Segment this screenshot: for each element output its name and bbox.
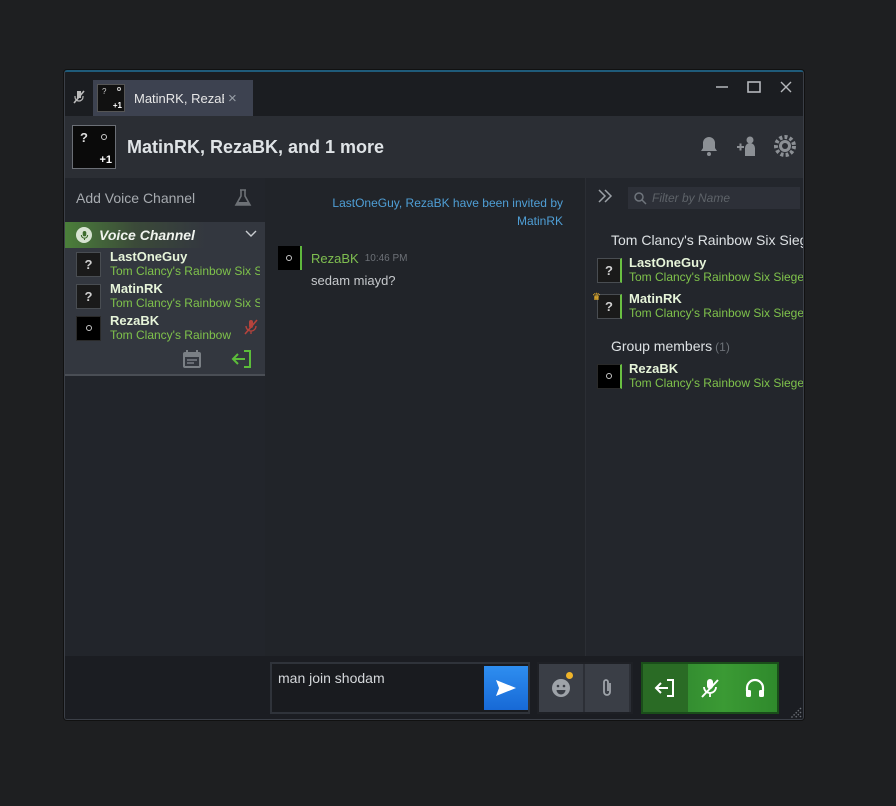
member-name: RezaBK [629,361,679,376]
composer-bar: man join shodam [65,656,803,719]
chat-header: ? +1 MatinRK, RezaBK, and 1 more [65,116,803,178]
composer-tools [537,662,633,714]
chat-message: RezaBK 10:46 PM sedam miayd? [278,246,408,288]
header-actions [697,134,797,158]
voice-channel-header[interactable]: Voice Channel [65,222,265,248]
window-controls [713,78,795,96]
voice-channel-name: Voice Channel [99,227,195,243]
resize-grip-icon[interactable] [789,706,803,719]
member-game: Tom Clancy's Rainbow Six Siege [110,328,235,342]
voice-member[interactable]: ? LastOneGuy Tom Clancy's Rainbow Six Si… [65,248,265,280]
member-row[interactable]: RezaBK Tom Clancy's Rainbow Six Siege [586,358,804,394]
members-panel: Tom Clancy's Rainbow Six Siege ? LastOne… [585,178,804,656]
leave-channel-icon[interactable] [231,348,253,370]
group-members-count: (1) [715,340,730,354]
avatar: ? [597,257,622,283]
voice-member[interactable]: RezaBK Tom Clancy's Rainbow Six Siege [65,312,265,344]
flask-icon [233,188,253,208]
group-members-label: Group members [611,338,713,354]
bell-icon[interactable] [697,134,721,158]
attach-button[interactable] [585,664,629,712]
message-timestamp: 10:46 PM [364,252,408,264]
calendar-icon[interactable] [181,348,203,370]
voice-member[interactable]: ? MatinRK Tom Clancy's Rainbow Six Siege [65,280,265,312]
collapse-panel-icon[interactable] [597,188,615,209]
member-game: Tom Clancy's Rainbow Six Siege [629,306,804,320]
member-name: LastOneGuy [110,249,188,264]
filter-box [628,187,800,209]
filter-input[interactable] [652,191,792,205]
voice-channel-panel: Voice Channel ? LastOneGuy Tom Clancy's … [65,222,265,376]
group-title-game: Tom Clancy's Rainbow Six Siege [611,232,804,248]
add-voice-channel[interactable]: Add Voice Channel [65,178,265,218]
add-voice-channel-label: Add Voice Channel [76,190,196,206]
member-game: Tom Clancy's Rainbow Six Siege [629,270,804,284]
member-game: Tom Clancy's Rainbow Six Siege [629,376,804,390]
send-button[interactable] [484,666,528,710]
message-input[interactable]: man join shodam [278,670,478,706]
mic-muted-icon [243,319,259,335]
message-input-wrap: man join shodam [270,662,530,714]
member-name: RezaBK [110,313,160,328]
member-game: Tom Clancy's Rainbow Six Siege [110,296,260,310]
chat-title: MatinRK, RezaBK, and 1 more [127,136,385,157]
headphones-button[interactable] [732,664,777,712]
notification-dot [566,672,573,679]
avatar: ? [76,251,101,277]
member-name: LastOneGuy [629,255,707,270]
voice-sidebar: Add Voice Channel Voice Channel ? LastOn… [65,178,265,719]
tab-group-avatar: ? +1 [97,84,125,112]
avatar [76,315,101,341]
group-title-members: Group members (1) [611,338,803,354]
mic-muted-icon[interactable] [71,89,87,105]
member-row[interactable]: ♛ ? MatinRK Tom Clancy's Rainbow Six Sie… [586,288,804,324]
leave-voice-button[interactable] [643,664,688,712]
member-game: Tom Clancy's Rainbow Six Siege [110,264,260,278]
crown-icon: ♛ [592,292,601,303]
system-message: LastOneGuy, RezaBK have been invited by … [332,196,563,228]
gear-icon[interactable] [773,134,797,158]
group-avatar: ? +1 [72,125,116,169]
voice-controls [641,662,779,714]
title-bar: ? +1 MatinRK, RezaBK × [65,72,803,116]
member-name: MatinRK [629,291,682,306]
chat-tab[interactable]: ? +1 MatinRK, RezaBK × [93,80,253,116]
avatar: ? [76,283,101,309]
invite-friend-icon[interactable] [735,134,759,158]
chat-log: LastOneGuy, RezaBK have been invited by … [265,178,585,656]
message-author[interactable]: RezaBK [311,251,359,266]
chevron-down-icon[interactable] [245,227,257,241]
mute-mic-button[interactable] [688,664,733,712]
avatar [597,363,622,389]
avatar[interactable] [278,246,302,270]
minimize-button[interactable] [713,78,731,96]
member-name: MatinRK [110,281,163,296]
member-row[interactable]: ? LastOneGuy Tom Clancy's Rainbow Six Si… [586,252,804,288]
message-text: sedam miayd? [311,273,396,288]
microphone-icon [76,227,92,243]
maximize-button[interactable] [745,78,763,96]
tab-title: MatinRK, RezaBK [134,90,224,106]
close-button[interactable] [777,78,795,96]
group-chat-window: ? +1 MatinRK, RezaBK × ? +1 Matin [64,70,804,720]
search-icon [634,191,647,205]
emoticon-button[interactable] [539,664,583,712]
tab-close-button[interactable]: × [228,90,237,107]
voice-channel-footer [65,344,265,374]
